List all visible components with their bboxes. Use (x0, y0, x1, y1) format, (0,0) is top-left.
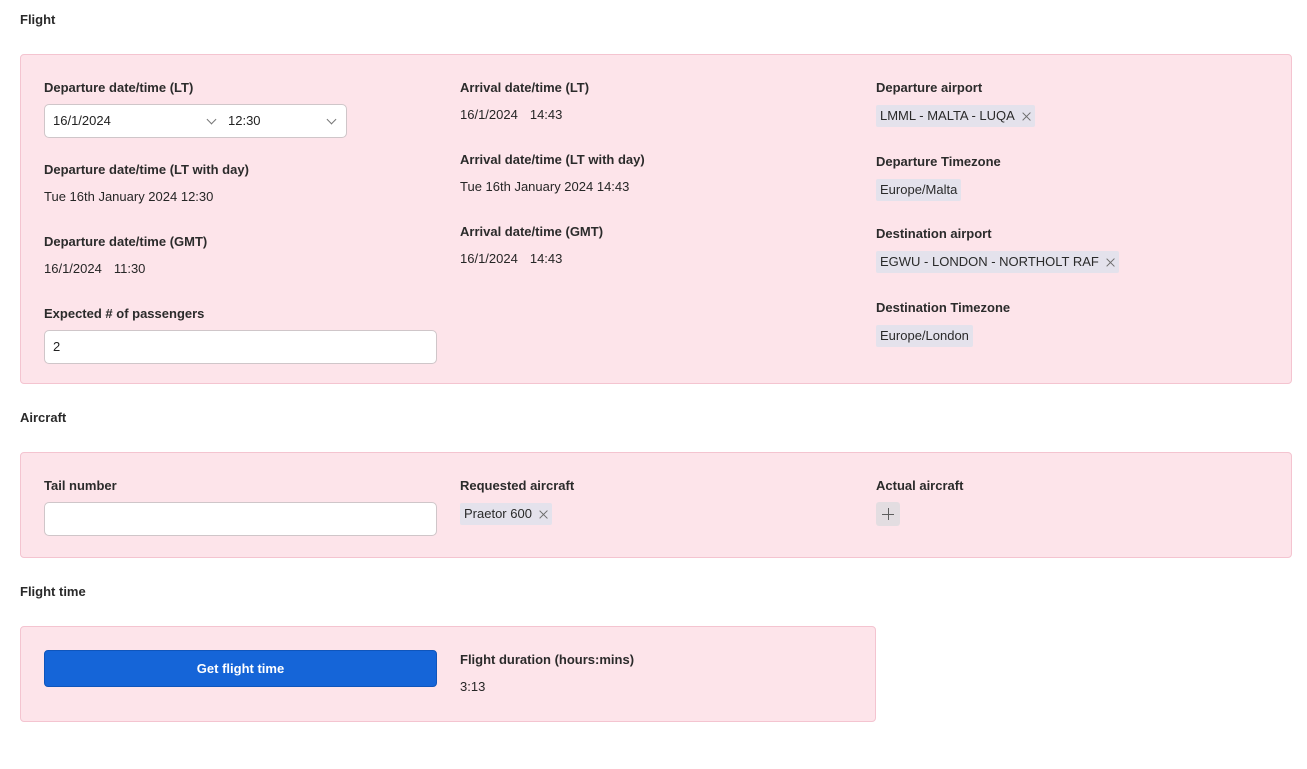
flight-time-panel: Get flight time Flight duration (hours:m… (20, 626, 876, 722)
destination-airport-label: Destination airport (876, 226, 992, 241)
destination-timezone-chip: Europe/London (876, 325, 973, 347)
flight-time-section-title: Flight time (20, 584, 86, 599)
chevron-down-icon[interactable] (326, 114, 337, 125)
close-icon[interactable] (1106, 258, 1115, 267)
close-icon[interactable] (539, 510, 548, 519)
destination-airport-chip: EGWU - LONDON - NORTHOLT RAF (876, 251, 1119, 273)
passengers-label: Expected # of passengers (44, 306, 205, 321)
departure-airport-label: Departure airport (876, 80, 983, 95)
tail-number-label: Tail number (44, 478, 117, 493)
departure-timezone-chip: Europe/Malta (876, 179, 962, 201)
departure-timezone-label: Departure Timezone (876, 154, 1001, 169)
departure-airport-value: LMML - MALTA - LUQA (880, 108, 1015, 123)
departure-gmt-time: 11:30 (113, 261, 146, 276)
departure-airport-chip: LMML - MALTA - LUQA (876, 105, 1035, 127)
flight-section-title: Flight (20, 12, 56, 27)
close-icon[interactable] (1022, 112, 1031, 121)
requested-aircraft-label: Requested aircraft (460, 478, 575, 493)
arrival-lt-date: 16/1/2024 (460, 107, 518, 122)
add-actual-aircraft-button[interactable] (876, 502, 900, 526)
flight-panel: Departure date/time (LT) 16/1/2024 12:30… (20, 54, 1292, 384)
arrival-lt-day-value: Tue 16th January 2024 14:43 (460, 179, 630, 194)
arrival-lt-time: 14:43 (529, 107, 563, 122)
departure-gmt-date: 16/1/2024 (44, 261, 102, 276)
passengers-input[interactable]: 2 (44, 330, 437, 364)
actual-aircraft-label: Actual aircraft (876, 478, 964, 493)
departure-date-select[interactable]: 16/1/2024 (53, 105, 111, 137)
departure-lt-day-value: Tue 16th January 2024 12:30 (44, 189, 214, 204)
chevron-down-icon[interactable] (206, 114, 217, 125)
destination-airport-value: EGWU - LONDON - NORTHOLT RAF (880, 254, 1099, 269)
flight-duration-label: Flight duration (hours:mins) (460, 652, 635, 667)
departure-lt-picker: 16/1/2024 12:30 (44, 104, 347, 138)
destination-timezone-label: Destination Timezone (876, 300, 1011, 315)
arrival-gmt-date: 16/1/2024 (460, 251, 518, 266)
arrival-gmt-value: 16/1/2024 14:43 (460, 251, 562, 266)
arrival-lt-label: Arrival date/time (LT) (460, 80, 590, 95)
departure-lt-label: Departure date/time (LT) (44, 80, 194, 95)
get-flight-time-button[interactable]: Get flight time (44, 650, 437, 687)
requested-aircraft-value: Praetor 600 (464, 506, 532, 521)
tail-number-input[interactable] (44, 502, 437, 536)
arrival-lt-value: 16/1/2024 14:43 (460, 107, 562, 122)
flight-duration-value: 3:13 (460, 679, 486, 694)
arrival-gmt-time: 14:43 (529, 251, 563, 266)
aircraft-section-title: Aircraft (20, 410, 67, 425)
departure-gmt-label: Departure date/time (GMT) (44, 234, 208, 249)
departure-lt-day-label: Departure date/time (LT with day) (44, 162, 249, 177)
aircraft-panel: Tail number Requested aircraft Praetor 6… (20, 452, 1292, 558)
arrival-lt-day-label: Arrival date/time (LT with day) (460, 152, 645, 167)
departure-time-select[interactable]: 12:30 (228, 105, 261, 137)
arrival-gmt-label: Arrival date/time (GMT) (460, 224, 604, 239)
requested-aircraft-chip: Praetor 600 (460, 503, 552, 525)
departure-gmt-value: 16/1/2024 11:30 (44, 261, 145, 276)
